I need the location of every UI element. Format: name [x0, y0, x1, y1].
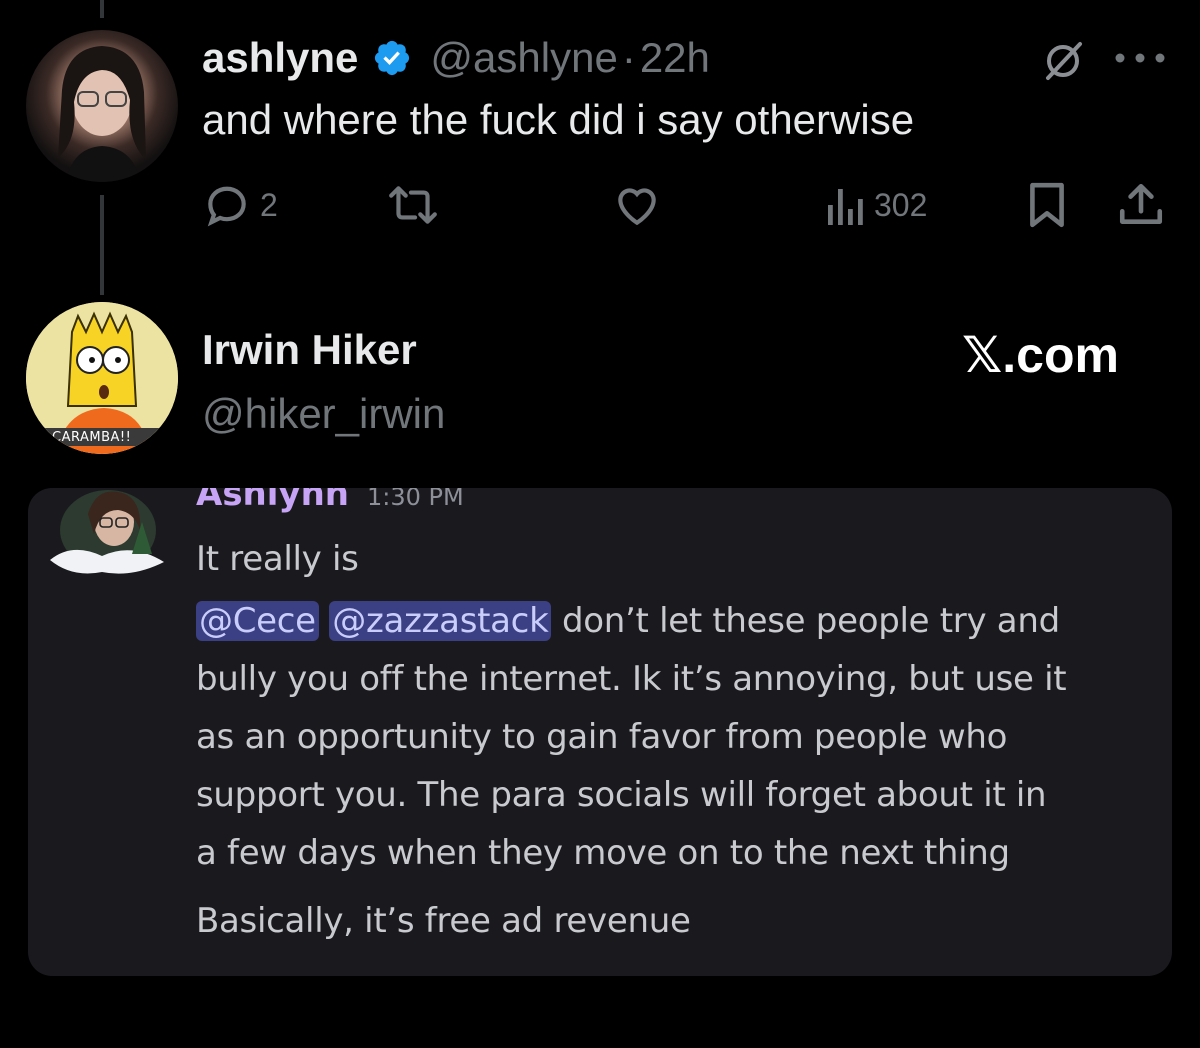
like-button[interactable]: [612, 180, 662, 230]
grok-icon[interactable]: [1040, 38, 1086, 89]
action-bar: 2 302: [0, 180, 1200, 230]
tweet-text: and where the fuck did i say otherwise: [202, 96, 915, 143]
discord-timestamp: 1:30 PM: [366, 488, 464, 511]
discord-message-last-line: Basically, it’s free ad revenue: [196, 901, 691, 941]
x-brand-logo: 𝕏.com: [962, 327, 1119, 383]
avatar-illustration: [58, 46, 146, 182]
handle[interactable]: @ashlyne: [430, 34, 617, 82]
mention-zazzastack[interactable]: @zazzastack: [329, 601, 552, 641]
discord-message-line: a few days when they move on to the next…: [196, 833, 1010, 873]
thread-line-top: [100, 0, 104, 18]
views-button[interactable]: 302: [822, 180, 927, 230]
reply-button[interactable]: 2: [202, 180, 278, 230]
like-icon: [612, 180, 662, 230]
discord-author: Ashlynn: [196, 488, 349, 514]
discord-message-line: It really is: [196, 539, 359, 579]
discord-avatar: [42, 488, 172, 578]
bookmark-button[interactable]: [1024, 180, 1070, 230]
discord-screenshot-card: Ashlynn 1:30 PM It really is @Cece @zazz…: [28, 488, 1172, 976]
view-count: 302: [874, 186, 928, 223]
embedded-avatar[interactable]: CARAMBA!!: [26, 302, 178, 454]
mention-line-rest: don’t let these people try and: [551, 601, 1060, 641]
retweet-icon: [386, 180, 440, 230]
share-button[interactable]: [1116, 180, 1166, 230]
discord-message-line: support you. The para socials will forge…: [196, 775, 1047, 815]
reply-count: 2: [260, 186, 278, 223]
more-icon[interactable]: [1112, 50, 1168, 71]
views-icon: [822, 180, 866, 230]
reply-icon: [202, 180, 252, 230]
bookmark-icon: [1024, 180, 1070, 230]
tweet-header: ashlyne @ashlyne · 22h: [202, 30, 710, 86]
embedded-handle[interactable]: @hiker_irwin: [202, 390, 445, 438]
share-icon: [1116, 180, 1166, 230]
avatar[interactable]: [26, 30, 178, 182]
discord-message-line: bully you off the internet. Ik it’s anno…: [196, 659, 1067, 699]
discord-message-line: as an opportunity to gain favor from peo…: [196, 717, 1008, 757]
display-name[interactable]: ashlyne: [202, 34, 358, 82]
separator: ·: [621, 34, 636, 81]
embedded-display-name[interactable]: Irwin Hiker: [202, 326, 417, 374]
discord-author-line: Ashlynn 1:30 PM: [196, 488, 464, 514]
mention-cece[interactable]: @Cece: [196, 601, 319, 641]
timestamp[interactable]: 22h: [640, 34, 710, 82]
avatar-caption: CARAMBA!!: [52, 430, 132, 445]
retweet-button[interactable]: [386, 180, 440, 230]
verified-badge-icon: [372, 38, 412, 78]
discord-message-mention-line: @Cece @zazzastack don’t let these people…: [196, 592, 1060, 650]
